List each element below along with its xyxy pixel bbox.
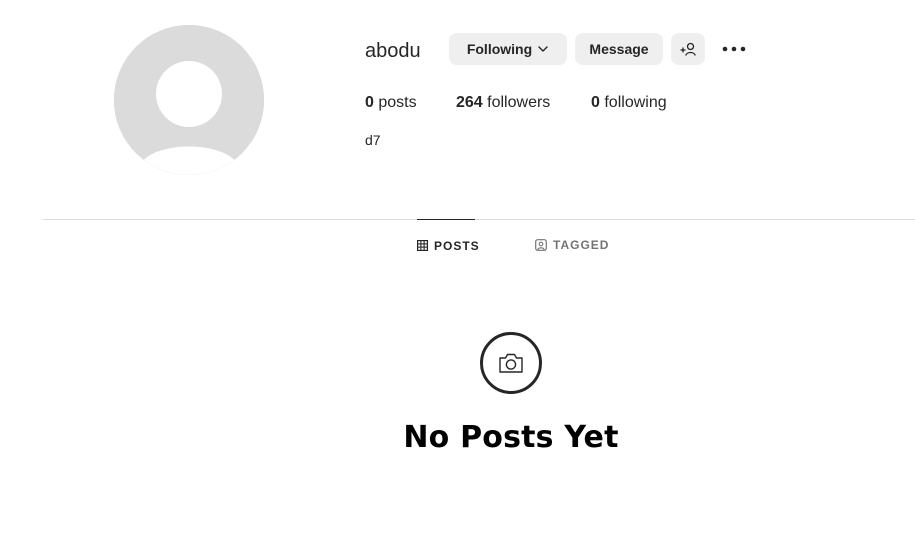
tab-tagged-label: TAGGED	[553, 238, 610, 252]
profile-bio: d7	[365, 132, 381, 148]
tab-tagged[interactable]: TAGGED	[535, 219, 609, 271]
profile-username: abodu	[365, 40, 421, 62]
following-count-label: following	[604, 94, 667, 111]
chevron-down-icon	[537, 43, 549, 55]
tagged-icon	[535, 239, 547, 251]
posts-count-value: 0	[365, 94, 374, 111]
followers-count-value: 264	[456, 94, 483, 111]
suggested-accounts-button[interactable]	[671, 33, 705, 65]
posts-count: 0 posts	[365, 93, 417, 113]
empty-state-title: No Posts Yet	[403, 420, 619, 455]
camera-icon	[498, 352, 524, 374]
tab-posts-label: POSTS	[434, 238, 480, 253]
tabs-divider	[43, 219, 915, 220]
default-avatar-icon	[114, 25, 264, 175]
followers-link[interactable]: 264 followers	[456, 93, 550, 113]
add-user-icon	[679, 41, 697, 57]
followers-count-label: followers	[487, 94, 551, 111]
posts-count-label: posts	[378, 94, 417, 111]
tab-posts[interactable]: POSTS	[417, 219, 479, 271]
more-horizontal-icon	[722, 46, 746, 52]
empty-state-camera	[480, 332, 542, 394]
following-link[interactable]: 0 following	[591, 93, 667, 113]
following-button[interactable]: Following	[449, 33, 567, 65]
grid-icon	[417, 240, 428, 251]
following-button-label: Following	[466, 41, 533, 57]
avatar[interactable]	[114, 25, 264, 175]
message-button[interactable]: Message	[575, 33, 663, 65]
more-options-button[interactable]	[718, 33, 750, 65]
following-count-value: 0	[591, 94, 600, 111]
profile-page: abodu Following Message 0 posts 264 foll…	[0, 0, 915, 535]
